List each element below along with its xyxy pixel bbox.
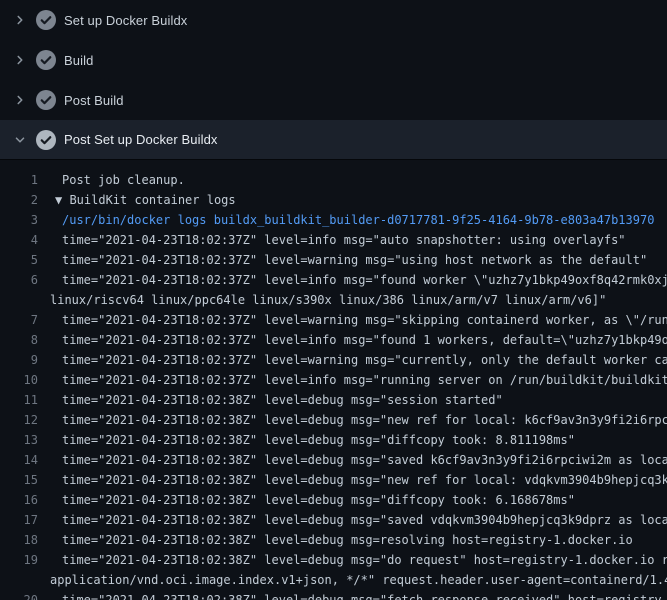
log-line-number[interactable]: 5: [0, 250, 38, 270]
log-line: 3/usr/bin/docker logs buildx_buildkit_bu…: [0, 210, 667, 230]
log-line-number[interactable]: 20: [0, 590, 38, 600]
log-line-text: Post job cleanup.: [62, 170, 667, 190]
log-line-text: linux/riscv64 linux/ppc64le linux/s390x …: [50, 290, 667, 310]
log-command-text: /usr/bin/docker logs buildx_buildkit_bui…: [62, 210, 667, 230]
log-line: 13 time="2021-04-23T18:02:38Z" level=debu…: [0, 430, 667, 450]
step-label: Set up Docker Buildx: [64, 13, 187, 28]
log-line-number[interactable]: 18: [0, 530, 38, 550]
steps-list: Set up Docker Buildx Build Post Build Post …: [0, 0, 667, 160]
log-line-text: time="2021-04-23T18:02:38Z" level=debug …: [62, 470, 667, 490]
log-line-number[interactable]: 12: [0, 410, 38, 430]
log-line-text: time="2021-04-23T18:02:38Z" level=debug …: [62, 590, 667, 600]
log-line-number[interactable]: 17: [0, 510, 38, 530]
log-line-text: time="2021-04-23T18:02:37Z" level=warnin…: [62, 310, 667, 330]
log-line-number[interactable]: 15: [0, 470, 38, 490]
log-line: 15 time="2021-04-23T18:02:38Z" level=debu…: [0, 470, 667, 490]
log-line-number[interactable]: 3: [0, 210, 38, 230]
log-line-number[interactable]: 7: [0, 310, 38, 330]
chevron-right-icon: [12, 52, 28, 68]
log-line: 4 time="2021-04-23T18:02:37Z" level=info …: [0, 230, 667, 250]
log-line-number[interactable]: 9: [0, 350, 38, 370]
check-circle-icon: [36, 90, 56, 110]
log-line: 12 time="2021-04-23T18:02:38Z" level=debu…: [0, 410, 667, 430]
log-line-number[interactable]: 14: [0, 450, 38, 470]
step-label: Post Set up Docker Buildx: [64, 132, 218, 147]
step-row-set-up-docker-buildx[interactable]: Set up Docker Buildx: [0, 0, 667, 40]
log-line-text: time="2021-04-23T18:02:38Z" level=debug …: [62, 450, 667, 470]
log-group-title: BuildKit container logs: [62, 193, 235, 207]
step-label: Post Build: [64, 93, 124, 108]
log-line: 11 time="2021-04-23T18:02:38Z" level=debu…: [0, 390, 667, 410]
log-line-text: time="2021-04-23T18:02:37Z" level=info m…: [62, 330, 667, 350]
log-line-text: time="2021-04-23T18:02:37Z" level=info m…: [62, 270, 667, 290]
chevron-right-icon: [12, 92, 28, 108]
log-line-number[interactable]: 4: [0, 230, 38, 250]
log-line-number[interactable]: 2: [0, 190, 38, 210]
log-line-text: time="2021-04-23T18:02:37Z" level=info m…: [62, 230, 667, 250]
workflow-job-logs-panel: Set up Docker Buildx Build Post Build Post …: [0, 0, 667, 600]
log-line-number[interactable]: 11: [0, 390, 38, 410]
step-row-post-set-up-docker-buildx[interactable]: Post Set up Docker Buildx: [0, 120, 667, 160]
log-line-text: time="2021-04-23T18:02:38Z" level=debug …: [62, 410, 667, 430]
log-line: 14 time="2021-04-23T18:02:38Z" level=debu…: [0, 450, 667, 470]
check-circle-icon: [36, 50, 56, 70]
log-line-number[interactable]: 8: [0, 330, 38, 350]
log-line-number[interactable]: 19: [0, 550, 38, 570]
log-line-text: time="2021-04-23T18:02:37Z" level=warnin…: [62, 250, 667, 270]
log-group-toggle[interactable]: ▼ BuildKit container logs: [55, 190, 667, 210]
log-line-continuation: linux/riscv64 linux/ppc64le linux/s390x …: [0, 290, 667, 310]
log-line-text: time="2021-04-23T18:02:38Z" level=debug …: [62, 390, 667, 410]
log-line: 20 time="2021-04-23T18:02:38Z" level=debu…: [0, 590, 667, 600]
log-line: 18 time="2021-04-23T18:02:38Z" level=debu…: [0, 530, 667, 550]
log-line-number[interactable]: 13: [0, 430, 38, 450]
check-circle-icon: [36, 10, 56, 30]
log-line: 17 time="2021-04-23T18:02:38Z" level=debu…: [0, 510, 667, 530]
log-line-number[interactable]: 1: [0, 170, 38, 190]
log-line-text: time="2021-04-23T18:02:37Z" level=info m…: [62, 370, 667, 390]
log-view: 1 Post job cleanup. 2 ▼ BuildKit container …: [0, 160, 667, 600]
log-line-text: application/vnd.oci.image.index.v1+json,…: [50, 570, 667, 590]
check-circle-icon: [36, 130, 56, 150]
log-line: 16 time="2021-04-23T18:02:38Z" level=debu…: [0, 490, 667, 510]
log-line: 6 time="2021-04-23T18:02:37Z" level=info …: [0, 270, 667, 290]
step-row-build[interactable]: Build: [0, 40, 667, 80]
log-line: 2 ▼ BuildKit container logs: [0, 190, 667, 210]
step-label: Build: [64, 53, 93, 68]
log-line-number[interactable]: 6: [0, 270, 38, 290]
log-line: 5 time="2021-04-23T18:02:37Z" level=warni…: [0, 250, 667, 270]
log-line: 9 time="2021-04-23T18:02:37Z" level=warni…: [0, 350, 667, 370]
log-line: 10 time="2021-04-23T18:02:37Z" level=info…: [0, 370, 667, 390]
log-line-number[interactable]: 16: [0, 490, 38, 510]
log-line-text: time="2021-04-23T18:02:38Z" level=debug …: [62, 530, 667, 550]
log-line-text: time="2021-04-23T18:02:38Z" level=debug …: [62, 550, 667, 570]
log-line-continuation: application/vnd.oci.image.index.v1+json,…: [0, 570, 667, 590]
log-line-number[interactable]: 10: [0, 370, 38, 390]
log-line-text: time="2021-04-23T18:02:37Z" level=warnin…: [62, 350, 667, 370]
log-line: 1 Post job cleanup.: [0, 170, 667, 190]
chevron-right-icon: [12, 12, 28, 28]
log-line-text: time="2021-04-23T18:02:38Z" level=debug …: [62, 510, 667, 530]
step-row-post-build[interactable]: Post Build: [0, 80, 667, 120]
chevron-down-icon: [12, 132, 28, 148]
log-line: 8 time="2021-04-23T18:02:37Z" level=info …: [0, 330, 667, 350]
log-line-text: time="2021-04-23T18:02:38Z" level=debug …: [62, 430, 667, 450]
log-line: 7 time="2021-04-23T18:02:37Z" level=warni…: [0, 310, 667, 330]
log-line: 19 time="2021-04-23T18:02:38Z" level=debu…: [0, 550, 667, 570]
log-line-text: time="2021-04-23T18:02:38Z" level=debug …: [62, 490, 667, 510]
